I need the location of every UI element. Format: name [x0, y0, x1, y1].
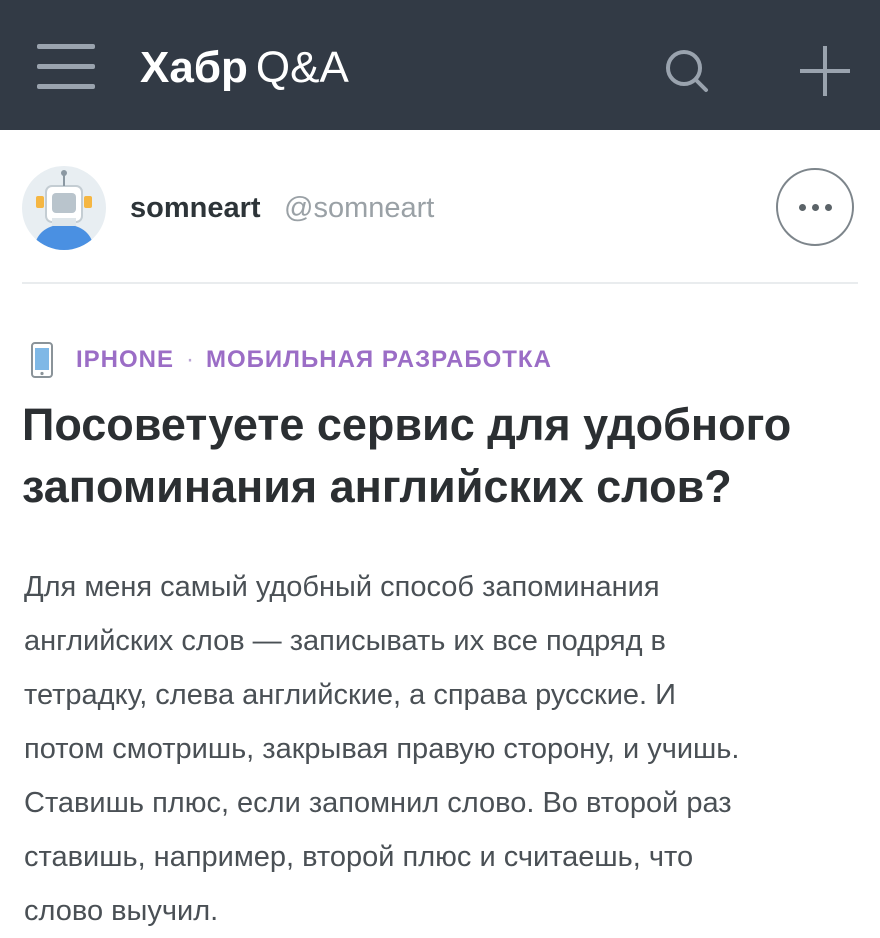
more-options-button[interactable]	[776, 168, 854, 246]
author-handle[interactable]: @somneart	[284, 192, 434, 225]
author-name[interactable]: somneart	[130, 192, 261, 225]
more-dots-icon	[811, 203, 819, 211]
logo-product: Q&A	[255, 43, 349, 92]
robot-avatar-icon	[22, 166, 106, 250]
tag-separator: ·	[186, 346, 195, 373]
author-bar: somneart @somneart	[22, 162, 858, 284]
hamburger-menu-icon[interactable]	[37, 44, 95, 92]
question-tags: IPHONE · МОБИЛЬНАЯ РАЗРАБОТКА	[30, 340, 552, 380]
site-logo[interactable]: Хабр Q&A	[140, 40, 349, 96]
more-dots-icon	[798, 203, 806, 211]
logo-brand: Хабр	[140, 43, 248, 92]
plus-icon[interactable]	[798, 44, 852, 98]
question-body: Для меня самый удобный способ запоминани…	[24, 571, 740, 927]
tag-iphone[interactable]: IPHONE	[76, 346, 174, 374]
tag-mobile-development[interactable]: МОБИЛЬНАЯ РАЗРАБОТКА	[206, 346, 552, 374]
search-icon[interactable]	[662, 46, 712, 96]
more-dots-icon	[824, 203, 832, 211]
phone-icon	[31, 342, 53, 378]
question-title: Посоветуете сервис для удобного запомина…	[22, 399, 792, 512]
app-header: Хабр Q&A	[0, 0, 880, 130]
avatar[interactable]	[22, 166, 106, 250]
